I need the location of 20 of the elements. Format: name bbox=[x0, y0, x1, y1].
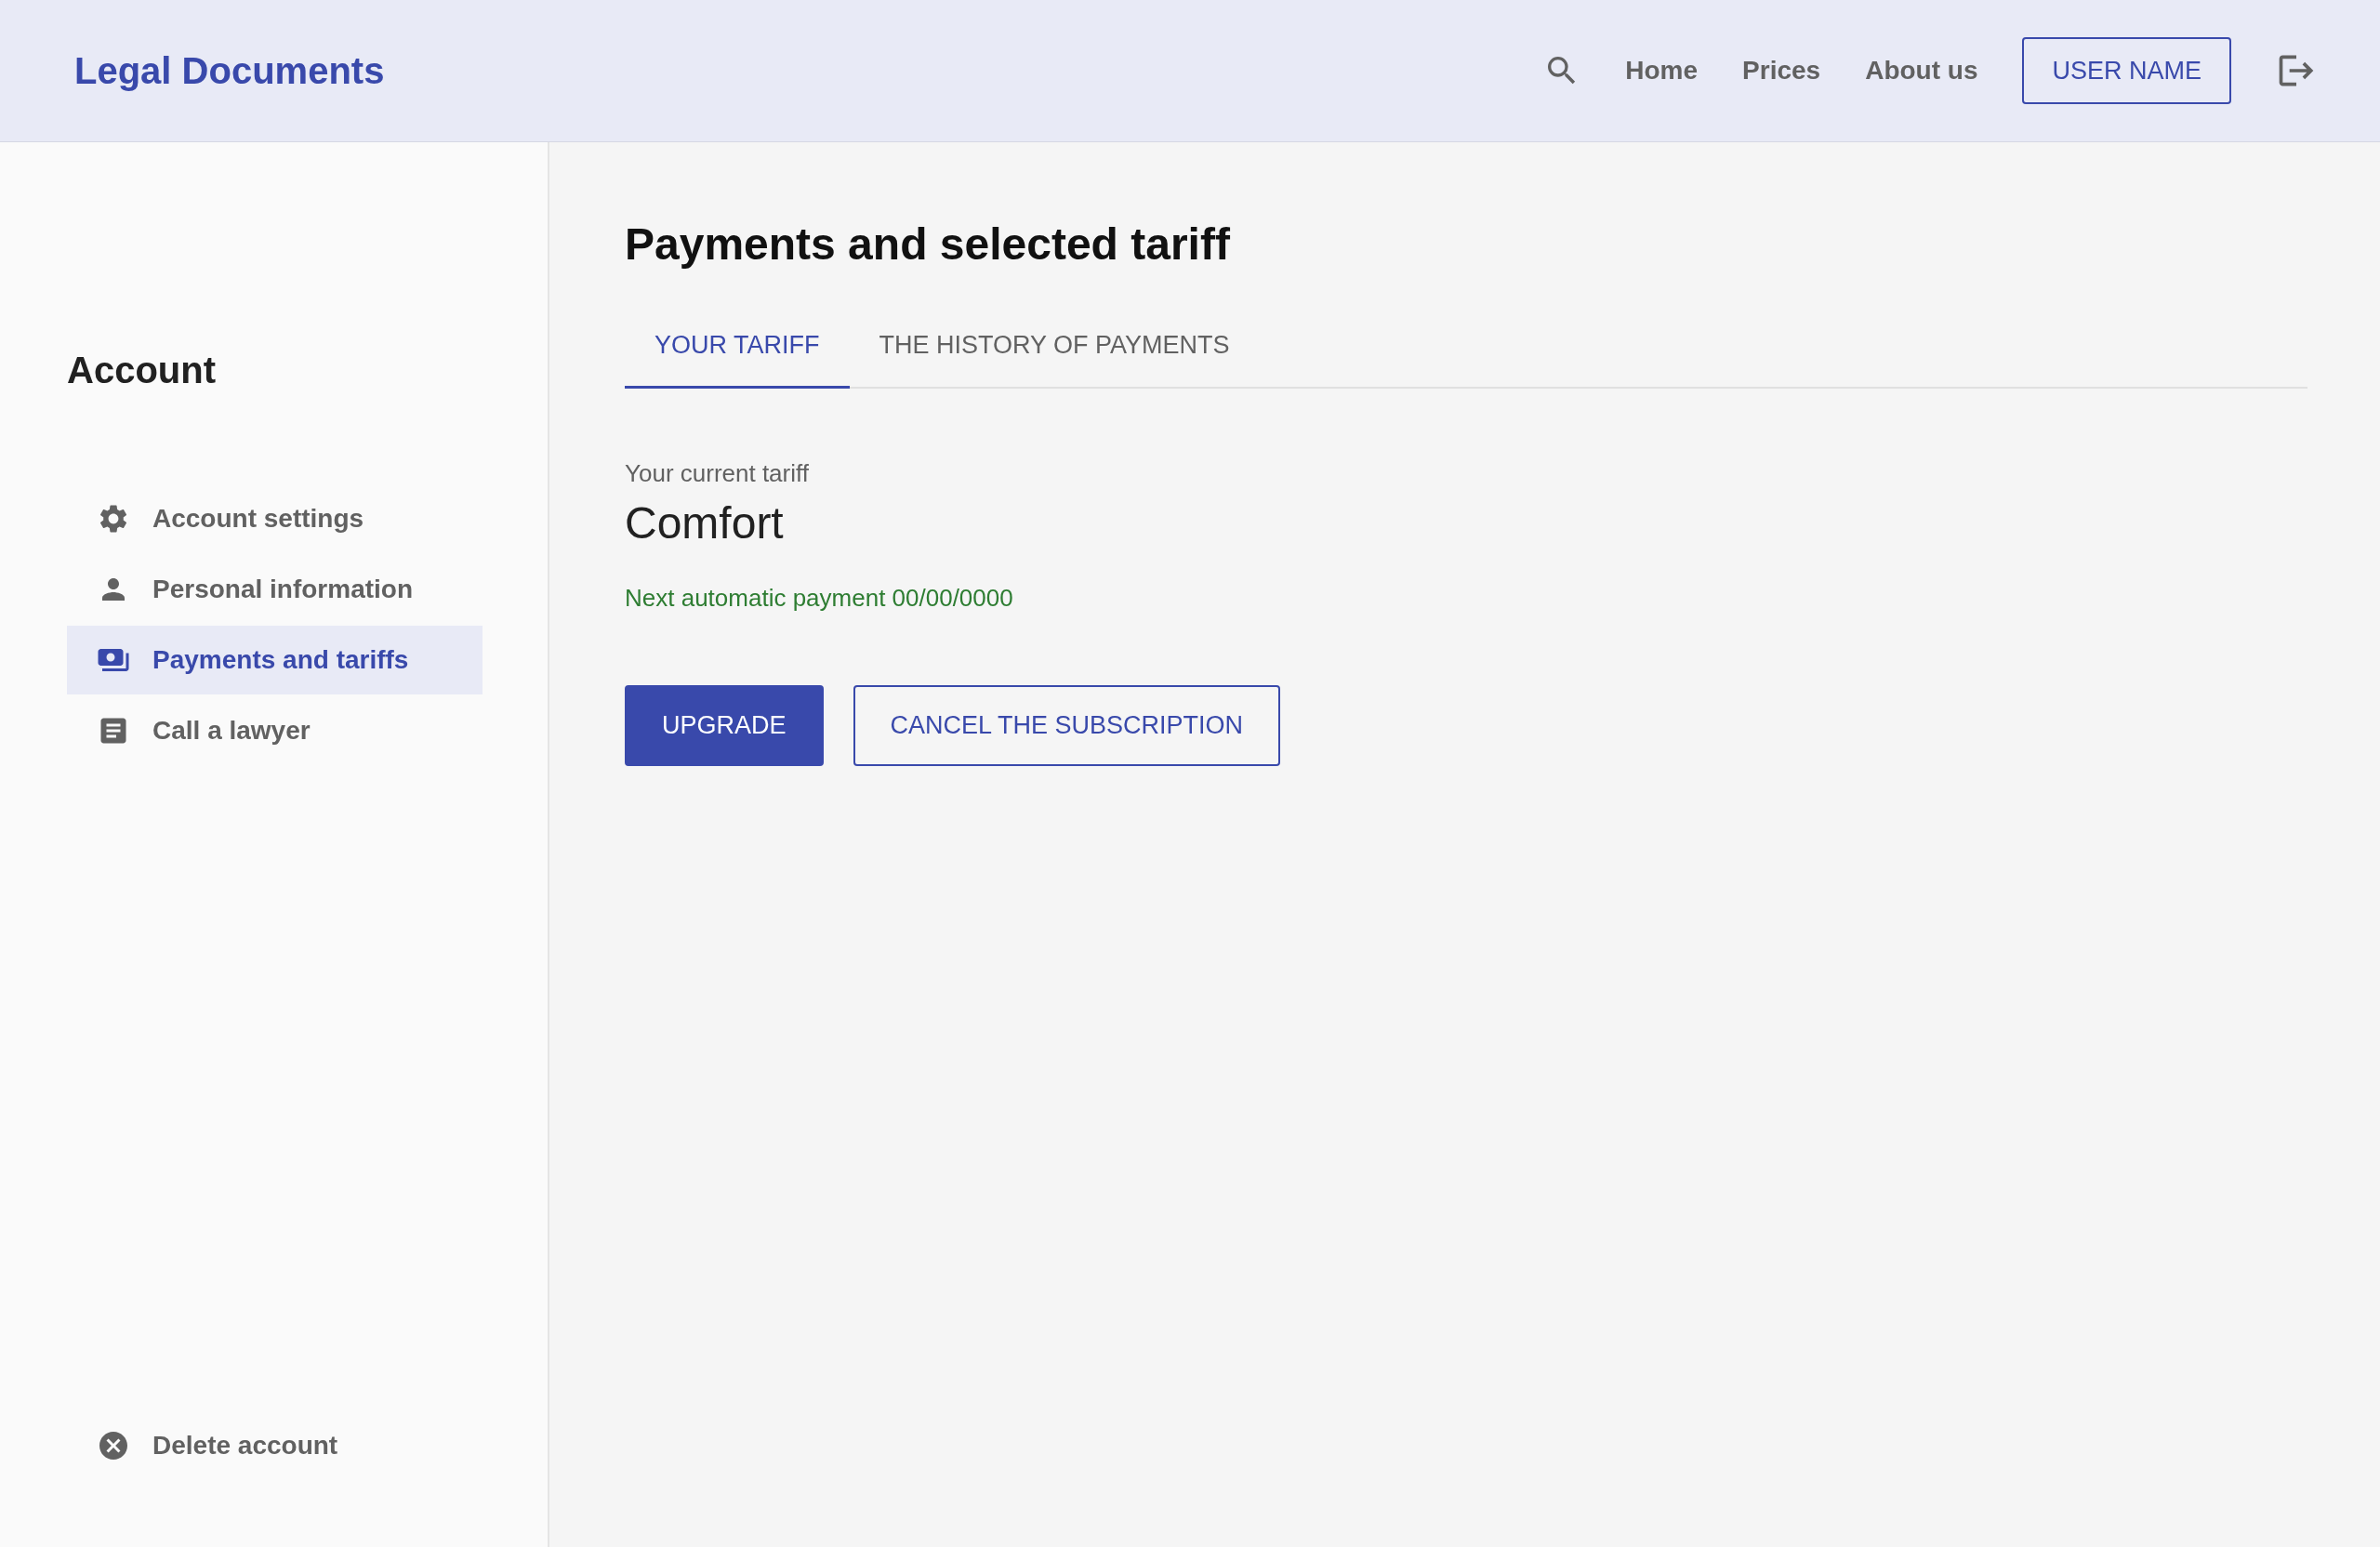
sidebar-item[interactable]: Account settings bbox=[67, 484, 483, 553]
tariff-name: Comfort bbox=[625, 497, 785, 549]
user-button[interactable]: USER NAME bbox=[2022, 37, 2231, 104]
cancel-button[interactable]: CANCEL THE SUBSCRIPTION bbox=[853, 685, 1281, 766]
sidebar-item[interactable]: Personal information bbox=[67, 555, 483, 624]
next-payment-text: Next automatic payment 00/00/0000 bbox=[625, 584, 1014, 613]
tab[interactable]: YOUR TARIFF bbox=[625, 307, 850, 389]
sidebar-title: Account bbox=[67, 350, 217, 391]
nav-link[interactable]: Prices bbox=[1742, 56, 1821, 86]
tab[interactable]: THE HISTORY OF PAYMENTS bbox=[849, 307, 1260, 389]
close-icon bbox=[97, 1429, 130, 1462]
page-title: Payments and selected tariff bbox=[625, 218, 1231, 270]
nav-link[interactable]: Home bbox=[1625, 56, 1699, 86]
upgrade-button[interactable]: UPGRADE bbox=[625, 685, 824, 766]
delete-account-item[interactable]: Delete account bbox=[67, 1411, 483, 1480]
sidebar-item[interactable]: Call a lawyer bbox=[67, 696, 483, 765]
tariff-caption: Your current tariff bbox=[625, 459, 810, 488]
logo[interactable]: Legal Documents bbox=[74, 49, 1544, 92]
nav-link[interactable]: About us bbox=[1865, 56, 1978, 86]
sidebar-item[interactable]: Payments and tariffs bbox=[67, 626, 483, 694]
